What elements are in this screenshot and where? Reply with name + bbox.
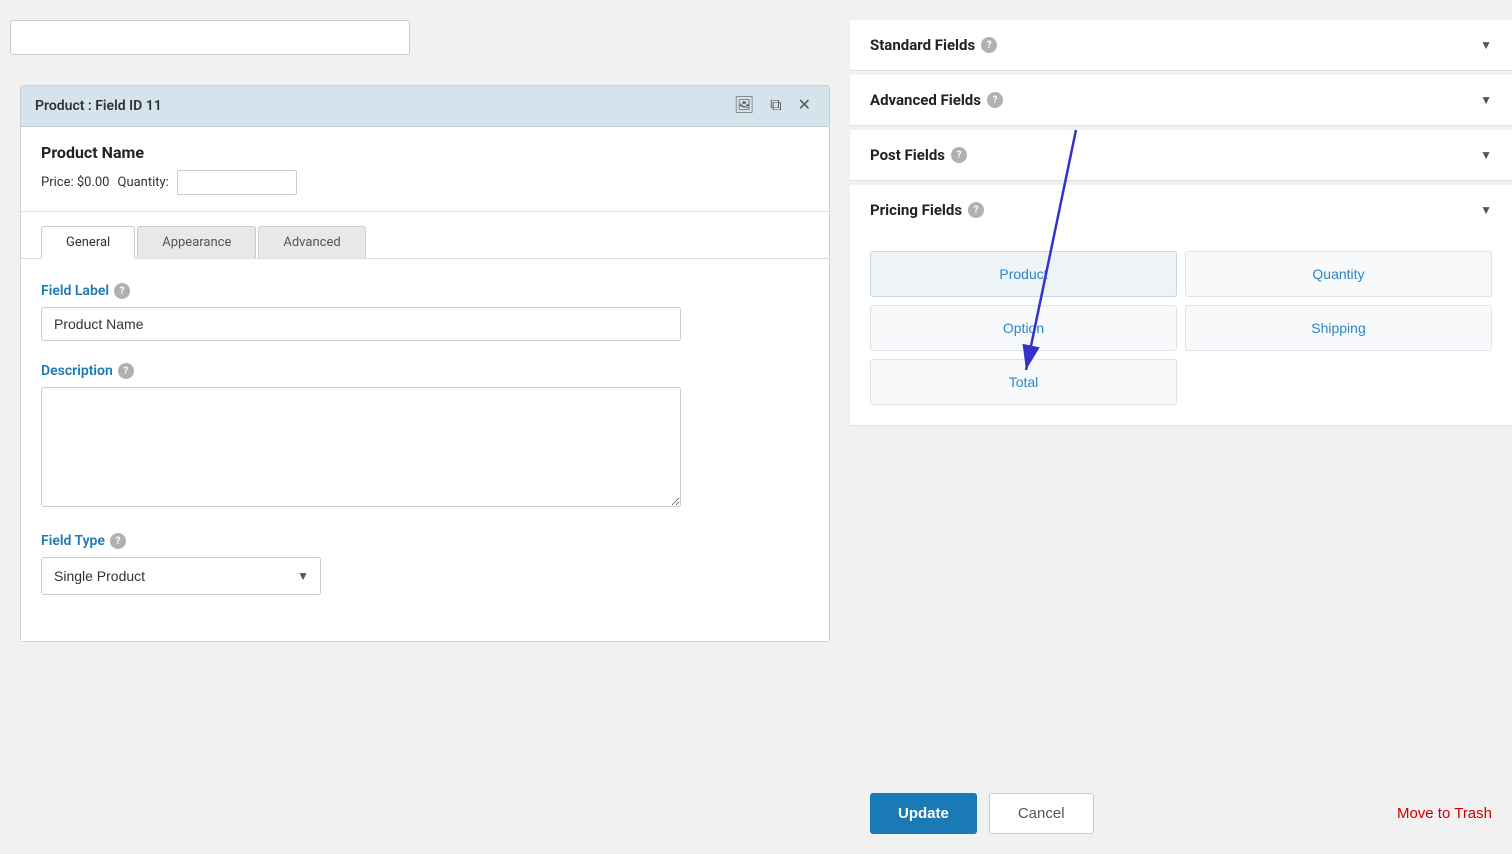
pricing-fields-chevron-icon: ▼ (1480, 203, 1492, 217)
copy-icon-button[interactable]: ⧉ (766, 96, 785, 116)
field-preview: Product Name Price: $0.00 Quantity: (21, 127, 829, 212)
advanced-fields-help-icon[interactable]: ? (987, 92, 1003, 108)
pricing-product-button[interactable]: Product (870, 251, 1177, 297)
tabs-container: General Appearance Advanced (21, 212, 829, 259)
field-label-label: Field Label ? (41, 283, 809, 299)
pricing-fields-label: Pricing Fields (870, 201, 962, 219)
standard-fields-label: Standard Fields (870, 36, 975, 54)
quantity-label: Quantity: (118, 175, 169, 190)
move-to-trash-button[interactable]: Move to Trash (1397, 805, 1492, 822)
field-label-help-icon[interactable]: ? (114, 283, 130, 299)
field-editor-header: Product : Field ID 11 🖼 ⧉ ✕ (21, 86, 829, 127)
pricing-fields-header[interactable]: Pricing Fields ? ▼ (850, 185, 1512, 235)
pricing-total-button[interactable]: Total (870, 359, 1177, 405)
description-help-icon[interactable]: ? (118, 363, 134, 379)
right-panel: Standard Fields ? ▼ Advanced Fields ? ▼ … (850, 0, 1512, 854)
advanced-fields-label: Advanced Fields (870, 91, 981, 109)
quantity-input[interactable] (177, 170, 297, 195)
post-fields-help-icon[interactable]: ? (951, 147, 967, 163)
standard-fields-section: Standard Fields ? ▼ (850, 20, 1512, 71)
bottom-actions: Update Cancel Move to Trash (850, 773, 1512, 854)
tab-advanced[interactable]: Advanced (258, 226, 365, 258)
standard-fields-header-left: Standard Fields ? (870, 36, 997, 54)
post-fields-chevron-icon: ▼ (1480, 148, 1492, 162)
arrow-annotation (850, 0, 1512, 854)
update-button[interactable]: Update (870, 793, 977, 834)
pricing-quantity-button[interactable]: Quantity (1185, 251, 1492, 297)
field-type-select[interactable]: Single Product Multiple Products Subscri… (41, 557, 321, 595)
field-editor-title: Product : Field ID 11 (35, 98, 162, 114)
field-type-group: Field Type ? Single Product Multiple Pro… (41, 533, 809, 595)
field-editor-icons: 🖼 ⧉ ✕ (730, 96, 815, 116)
pricing-fields-help-icon[interactable]: ? (968, 202, 984, 218)
pricing-grid: Product Quantity Option Shipping Total (870, 251, 1492, 405)
search-bar[interactable] (10, 20, 410, 55)
pricing-fields-body: Product Quantity Option Shipping Total (850, 235, 1512, 425)
left-panel: Product : Field ID 11 🖼 ⧉ ✕ Product Name… (0, 0, 850, 854)
standard-fields-chevron-icon: ▼ (1480, 38, 1492, 52)
description-group: Description ? (41, 363, 809, 511)
standard-fields-header[interactable]: Standard Fields ? ▼ (850, 20, 1512, 70)
description-textarea[interactable] (41, 387, 681, 507)
close-icon-button[interactable]: ✕ (794, 96, 815, 116)
post-fields-label: Post Fields (870, 146, 945, 164)
field-preview-price: Price: $0.00 Quantity: (41, 170, 809, 195)
field-editor: Product : Field ID 11 🖼 ⧉ ✕ Product Name… (20, 85, 830, 642)
field-label-input[interactable] (41, 307, 681, 341)
cancel-button[interactable]: Cancel (989, 793, 1094, 834)
advanced-fields-chevron-icon: ▼ (1480, 93, 1492, 107)
tab-appearance[interactable]: Appearance (137, 226, 256, 258)
field-preview-name: Product Name (41, 143, 809, 162)
screenshot-icon-button[interactable]: 🖼 (730, 96, 758, 116)
post-fields-header-left: Post Fields ? (870, 146, 967, 164)
field-type-select-wrapper: Single Product Multiple Products Subscri… (41, 557, 321, 595)
field-form: Field Label ? Description ? Field Type ? (21, 259, 829, 641)
pricing-option-button[interactable]: Option (870, 305, 1177, 351)
standard-fields-help-icon[interactable]: ? (981, 37, 997, 53)
post-fields-section: Post Fields ? ▼ (850, 130, 1512, 181)
field-type-help-icon[interactable]: ? (110, 533, 126, 549)
pricing-shipping-button[interactable]: Shipping (1185, 305, 1492, 351)
tab-general[interactable]: General (41, 226, 135, 259)
post-fields-header[interactable]: Post Fields ? ▼ (850, 130, 1512, 180)
pricing-fields-header-left: Pricing Fields ? (870, 201, 984, 219)
price-label: Price: $0.00 (41, 175, 110, 190)
advanced-fields-section: Advanced Fields ? ▼ (850, 75, 1512, 126)
pricing-fields-section: Pricing Fields ? ▼ Product Quantity Opti… (850, 185, 1512, 426)
field-type-label: Field Type ? (41, 533, 809, 549)
field-label-group: Field Label ? (41, 283, 809, 341)
description-label: Description ? (41, 363, 809, 379)
advanced-fields-header-left: Advanced Fields ? (870, 91, 1003, 109)
advanced-fields-header[interactable]: Advanced Fields ? ▼ (850, 75, 1512, 125)
